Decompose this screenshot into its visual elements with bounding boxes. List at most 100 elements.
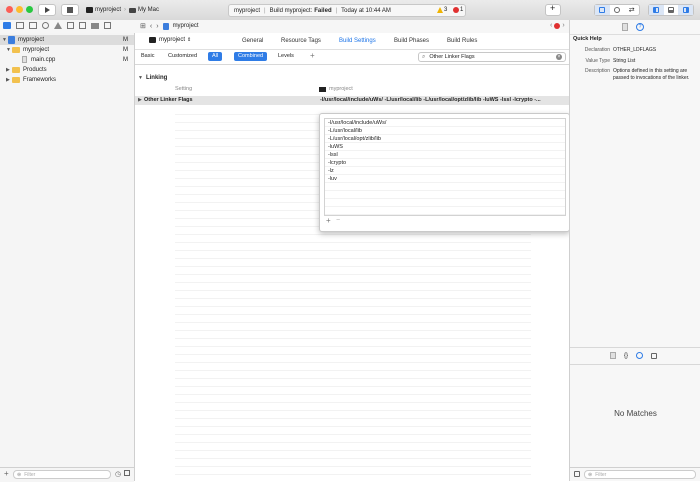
tree-item-label: main.cpp [31,57,56,63]
filter-basic[interactable]: Basic [137,52,158,61]
jumpbar-issues[interactable]: ‹ › [550,22,565,29]
issue-icon[interactable] [54,22,62,29]
activity-status: myproject | Build myproject: Failed | To… [228,4,466,17]
file-inspector-icon[interactable] [622,23,628,31]
add-icon[interactable]: + [4,469,9,478]
forward-icon[interactable]: › [156,23,158,30]
flag-entry[interactable]: -L/usr/local/opt/zlib/lib [325,135,565,143]
flag-entry[interactable]: -luWS [325,143,565,151]
tab-general[interactable]: General [242,38,263,44]
warning-indicator[interactable]: 3 [437,7,447,13]
scheme-name: myproject [95,7,122,13]
disclosure-closed-icon[interactable]: ▶ [138,97,142,103]
tree-item-project[interactable]: ▼ myproject M [0,35,134,45]
grid-view-icon[interactable] [574,471,580,477]
inspector-toggle-icon[interactable] [678,5,694,15]
clear-search-icon[interactable]: × [556,54,562,60]
filter-all[interactable]: All [208,52,223,61]
description-label: Description [584,68,610,74]
source-control-icon[interactable] [16,22,24,29]
no-matches-text: No Matches [614,409,657,418]
tab-build-rules[interactable]: Build Rules [447,38,477,44]
disclosure-open-icon[interactable]: ▼ [6,45,11,55]
flag-entry[interactable]: -luv [325,175,565,183]
filter-icon: ⊜ [588,471,593,478]
add-flag-button[interactable]: + [326,216,331,225]
chevron-right-icon[interactable]: › [562,22,564,29]
tree-item-products[interactable]: ▶ Products [0,65,134,75]
back-icon[interactable]: ‹ [150,23,152,30]
file-template-icon[interactable] [610,352,616,359]
folder-icon[interactable] [3,22,11,29]
scm-filter-icon[interactable] [124,470,130,476]
target-selector[interactable]: myproject ⇕ [149,37,191,43]
report-icon[interactable] [104,22,111,29]
debug-toggle-icon[interactable] [664,5,679,15]
media-library-icon[interactable] [651,352,658,359]
minimize-window-button[interactable] [16,6,23,13]
error-indicator[interactable]: 1 [453,7,463,13]
column-header-target: myproject [319,86,353,92]
disclosure-closed-icon[interactable]: ▶ [6,65,10,75]
zoom-window-button[interactable] [26,6,33,13]
scheme-selector[interactable]: myproject › My Mac [86,5,159,15]
chevron-left-icon[interactable]: ‹ [550,22,552,29]
library-filter-field[interactable]: ⊜ Filter [584,470,696,479]
tab-resource-tags[interactable]: Resource Tags [281,38,321,44]
tree-item-file[interactable]: main.cpp M [0,55,134,65]
code-snippet-icon[interactable]: {} [624,353,628,359]
flag-entry[interactable]: -lz [325,167,565,175]
recent-filter-icon[interactable]: ◷ [115,470,121,478]
tab-build-settings[interactable]: Build Settings [339,38,376,44]
flag-entry[interactable]: -lssl [325,151,565,159]
setting-value[interactable]: -I/usr/local/include/uWs/ -L/usr/local/l… [320,97,568,103]
object-library-icon[interactable] [636,352,644,359]
flag-entry[interactable]: -lcrypto [325,159,565,167]
panel-toggle-segmented[interactable] [648,4,694,16]
tree-item-frameworks[interactable]: ▶ Frameworks [0,75,134,85]
navigator-filter-field[interactable]: ⊜ Filter [13,470,111,479]
library-filter-bar: ⊜ Filter [570,467,700,482]
stop-button[interactable] [61,4,79,16]
stop-icon [67,7,73,13]
modified-badge: M [123,47,128,53]
jumpbar-crumb[interactable]: myproject [173,23,199,29]
tab-build-phases[interactable]: Build Phases [394,38,429,44]
close-window-button[interactable] [6,6,13,13]
related-items-icon[interactable]: ⊞ [140,22,146,30]
test-icon[interactable] [67,22,74,29]
filter-combined[interactable]: Combined [234,52,268,61]
remove-flag-button[interactable]: − [336,217,340,224]
filter-customized[interactable]: Customized [164,52,201,61]
disclosure-open-icon[interactable]: ▼ [138,75,143,81]
tree-item-group[interactable]: ▼ myproject M [0,45,134,55]
run-button[interactable] [38,4,56,16]
disclosure-open-icon[interactable]: ▼ [2,35,7,45]
standard-editor-icon[interactable] [595,5,610,15]
version-editor-icon[interactable]: ⇄ [624,5,639,15]
section-header-linking[interactable]: ▼ Linking [138,75,167,81]
terminal-icon [149,37,156,43]
folder-icon [12,67,20,73]
quick-help-icon[interactable]: ? [636,23,644,31]
editor-mode-segmented[interactable]: ⇄ [594,4,640,16]
search-icon: ⌕ [422,53,426,60]
declaration-value: OTHER_LDFLAGS [613,47,657,53]
filter-levels[interactable]: Levels [274,52,298,61]
add-setting-icon[interactable]: + [310,51,315,60]
plus-icon: + [550,3,556,13]
library-button[interactable]: + [545,3,561,16]
setting-row-other-linker-flags[interactable]: ▶ Other Linker Flags -I/usr/local/includ… [135,96,569,105]
symbol-icon[interactable] [29,22,37,29]
assistant-editor-icon[interactable] [610,5,625,15]
navigator-toggle-icon[interactable] [649,5,664,15]
filter-icon: ⊜ [17,471,22,478]
target-selector-label: myproject [159,37,186,43]
breakpoint-icon[interactable] [91,22,99,29]
flag-entry[interactable]: -I/usr/local/include/uWs/ [325,119,565,127]
flag-entry[interactable]: -L/usr/local/lib [325,127,565,135]
find-icon[interactable] [42,22,49,29]
disclosure-closed-icon[interactable]: ▶ [6,75,10,85]
debug-icon[interactable] [79,22,86,29]
settings-search-field[interactable]: ⌕ Other Linker Flags × [418,52,566,62]
